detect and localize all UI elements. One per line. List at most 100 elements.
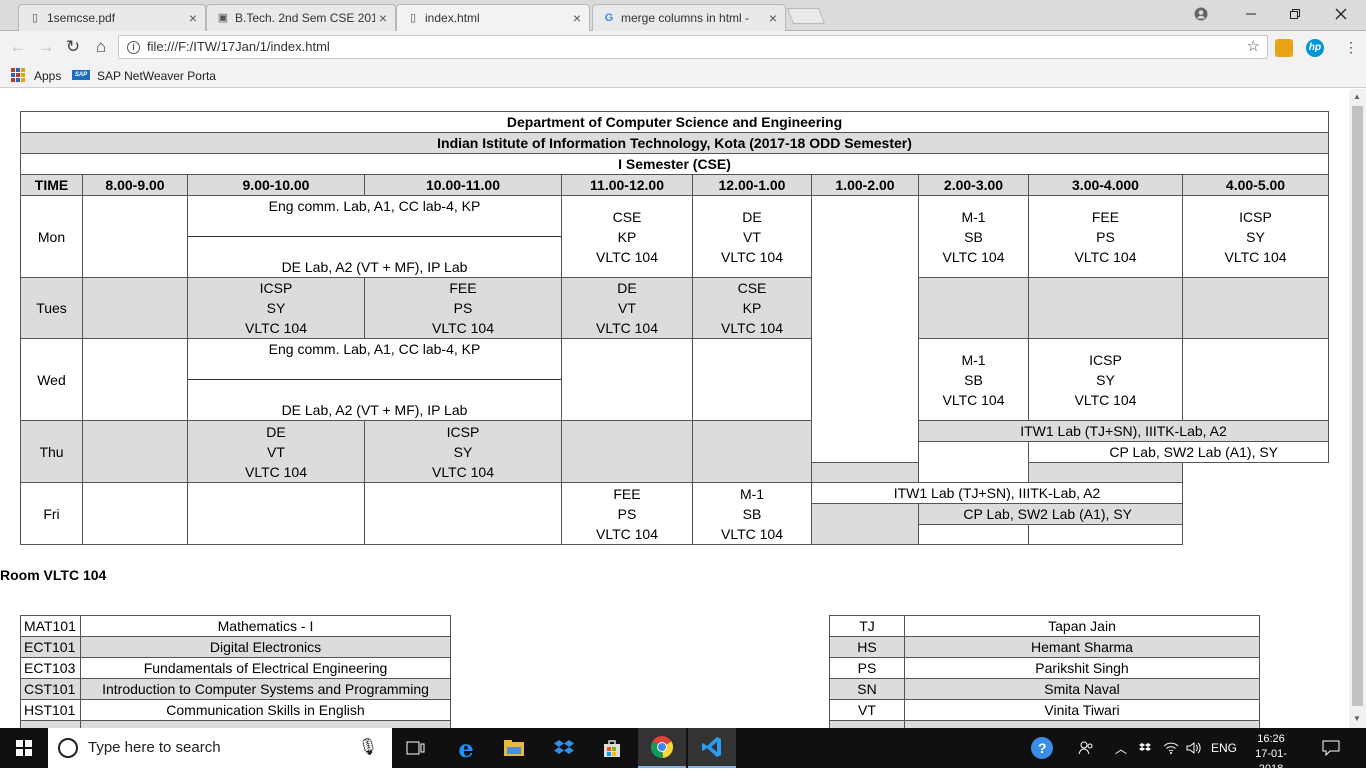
sap-logo-icon: SAP [72, 70, 90, 80]
tab-btech-2nd-sem[interactable]: ▣ B.Tech. 2nd Sem CSE 201 × [206, 4, 396, 31]
class-slot: DE VT VLTC 104 [187, 420, 365, 483]
chrome-icon[interactable] [638, 728, 686, 768]
empty-slot [918, 277, 1029, 339]
file-explorer-icon[interactable] [490, 728, 538, 768]
lab-slot: ITW1 Lab (TJ+SN), IIITK-Lab, A2 [811, 482, 1183, 504]
tab-close-icon[interactable]: × [769, 10, 777, 26]
faculty-code: TJ [829, 615, 905, 637]
day-row-wed: Wed Eng comm. Lab, A1, CC lab-4, KP DE L… [20, 338, 1330, 421]
scroll-up-icon[interactable]: ▲ [1353, 92, 1361, 101]
profile-icon[interactable] [1178, 0, 1224, 28]
dropbox-icon[interactable] [540, 728, 588, 768]
system-clock[interactable]: 16:26 17-01-2018 [1243, 732, 1299, 777]
course-name: Digital Electronics [80, 636, 451, 658]
windows-logo-icon [16, 740, 32, 756]
address-bar[interactable]: i file:///F:/ITW/17Jan/1/index.html ☆ [118, 35, 1268, 59]
bookmark-star-icon[interactable]: ☆ [1247, 36, 1260, 58]
semester-title: I Semester (CSE) [19, 153, 1330, 175]
scroll-down-icon[interactable]: ▼ [1353, 714, 1361, 723]
menu-kebab-icon[interactable]: ⋮ [1340, 36, 1362, 58]
lab-entry: Eng comm. Lab, A1, CC lab-4, KP [188, 339, 561, 380]
room-title: Room VLTC 104 [0, 567, 107, 583]
help-icon[interactable]: ? [1030, 728, 1054, 768]
language-indicator[interactable]: ENG [1211, 728, 1237, 768]
tab-close-icon[interactable]: × [379, 10, 387, 26]
subject: M-1 [961, 208, 986, 225]
class-slot: ICSP SY VLTC 104 [1181, 195, 1330, 278]
extension-icon[interactable] [1275, 39, 1293, 57]
day-label: Mon [20, 195, 83, 278]
room: VLTC 104 [721, 248, 783, 265]
day-label: Thu [20, 420, 83, 483]
bookmark-sap-netweaver[interactable]: SAP NetWeaver Porta [97, 69, 216, 83]
vertical-scrollbar[interactable]: ▲ ▼ [1349, 89, 1366, 728]
wifi-icon[interactable] [1163, 728, 1179, 768]
room: VLTC 104 [596, 248, 658, 265]
room: VLTC 104 [1074, 391, 1137, 408]
subject: DE [266, 423, 286, 440]
edge-icon[interactable]: e [442, 728, 490, 768]
back-arrow-icon[interactable]: ← [7, 36, 29, 58]
empty-slot [918, 441, 1029, 483]
bookmark-apps[interactable]: Apps [34, 69, 61, 83]
home-icon[interactable]: ⌂ [90, 36, 112, 58]
class-slot: M-1 SB VLTC 104 [918, 195, 1029, 278]
class-slot: FEE PS VLTC 104 [561, 482, 693, 545]
tab-index-html[interactable]: ▯ index.html × [396, 4, 590, 31]
clock-date: 17-01-2018 [1255, 748, 1287, 775]
class-slot: FEE PS VLTC 104 [364, 277, 562, 339]
google-icon: G [604, 12, 614, 24]
faculty: VT [267, 443, 285, 460]
task-view-icon[interactable] [392, 728, 440, 768]
faculty-code: HS [829, 636, 905, 658]
day-row-tues: Tues ICSP SY VLTC 104 FEE PS VLTC 104 DE… [20, 277, 1330, 339]
course-name: Mathematics - I [80, 615, 451, 637]
new-tab-button[interactable] [787, 8, 825, 24]
table-row: HS Hemant Sharma [829, 636, 1260, 658]
restore-icon[interactable] [1272, 0, 1318, 28]
class-slot: CSE KP VLTC 104 [561, 195, 693, 278]
faculty: SY [1246, 228, 1265, 245]
class-slot: M-1 SB VLTC 104 [918, 338, 1029, 421]
tab-1semcse-pdf[interactable]: ▯ 1semcse.pdf × [18, 4, 206, 31]
empty-slot [82, 277, 188, 339]
info-icon[interactable]: i [127, 41, 140, 54]
table-row: ECT103 Fundamentals of Electrical Engine… [20, 657, 451, 679]
empty-slot [187, 482, 365, 545]
forward-arrow-icon[interactable]: → [35, 36, 57, 58]
subject: DE [617, 280, 637, 296]
minimize-icon[interactable] [1228, 0, 1274, 28]
show-hidden-icons-chevron-icon[interactable]: ︿ [1115, 728, 1127, 768]
reload-icon[interactable]: ↻ [62, 36, 84, 58]
faculty-name: Parikshit Singh [904, 657, 1260, 679]
subject: CSE [612, 208, 642, 225]
vscode-icon[interactable] [688, 728, 736, 768]
tab-merge-columns[interactable]: G merge columns in html - × [592, 4, 786, 31]
tab-close-icon[interactable]: × [573, 10, 581, 26]
faculty: PS [1096, 228, 1115, 245]
people-icon[interactable] [1078, 728, 1094, 768]
course-code: ECT103 [20, 657, 81, 679]
subject: ICSP [259, 280, 293, 296]
close-window-icon[interactable] [1318, 0, 1364, 28]
scrollbar-thumb[interactable] [1352, 106, 1363, 706]
empty-slot [561, 338, 693, 421]
table-row: PS Parikshit Singh [829, 657, 1260, 679]
windows-taskbar: Type here to search 🎙 e ? ︿ ENG 16:26 17… [0, 728, 1366, 775]
browser-tab-strip: ▯ 1semcse.pdf × ▣ B.Tech. 2nd Sem CSE 20… [0, 0, 1366, 31]
tab-close-icon[interactable]: × [189, 10, 197, 26]
microphone-icon[interactable]: 🎙 [358, 728, 378, 768]
tab-title: index.html [425, 11, 480, 25]
store-icon[interactable] [588, 728, 636, 768]
dropbox-tray-icon[interactable] [1138, 728, 1152, 768]
taskbar-search-box[interactable]: Type here to search 🎙 [48, 728, 392, 768]
start-button[interactable] [0, 728, 48, 768]
class-slot: ICSP SY VLTC 104 [364, 420, 562, 483]
hp-icon[interactable]: hp [1306, 39, 1324, 57]
time-header: 3.00-4.000 [1028, 174, 1183, 196]
room: VLTC 104 [245, 463, 307, 480]
notifications-icon[interactable] [1322, 728, 1340, 768]
volume-icon[interactable] [1186, 728, 1202, 768]
faculty: SY [453, 443, 473, 460]
time-header: TIME [20, 174, 83, 196]
